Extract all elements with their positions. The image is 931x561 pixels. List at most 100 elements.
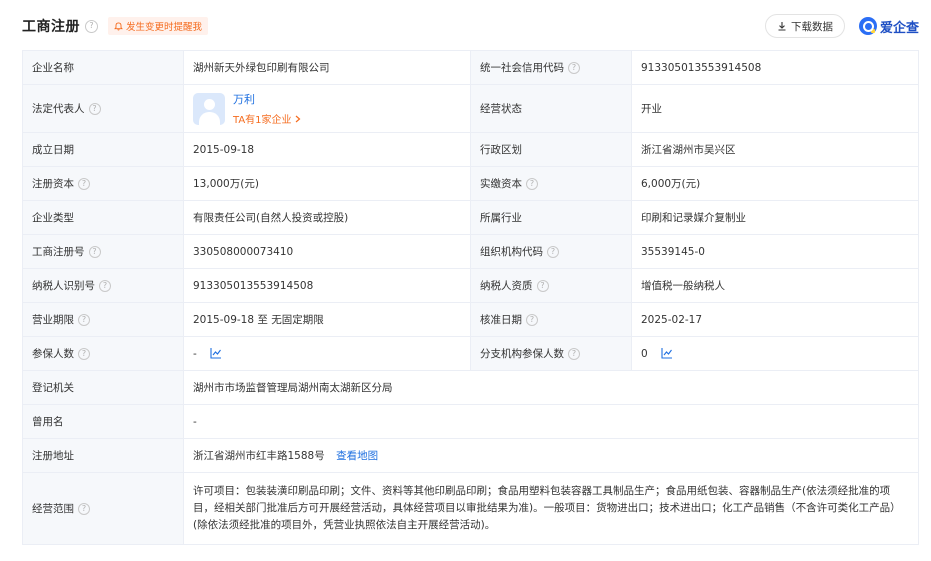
region-value: 浙江省湖州市吴兴区 xyxy=(631,132,919,167)
download-icon xyxy=(778,22,786,31)
taxpayer-id-value: 913305013553914508 xyxy=(183,268,471,303)
table-row: 登记机关 湖州市市场监督管理局湖州南太湖新区分局 xyxy=(22,370,919,405)
paid-capital-label: 实缴资本 xyxy=(480,178,522,190)
approval-date-label: 核准日期 xyxy=(480,314,522,326)
former-name-value: - xyxy=(183,404,919,439)
branch-insured-label-cell: 分支机构参保人数? xyxy=(470,336,632,371)
address-value: 浙江省湖州市红丰路1588号 xyxy=(193,450,325,462)
help-icon[interactable]: ? xyxy=(568,347,580,360)
paid-capital-value: 6,000万(元) xyxy=(631,166,919,201)
org-code-label: 组织机构代码 xyxy=(480,246,543,258)
help-icon[interactable]: ? xyxy=(568,61,580,74)
insured-value: - xyxy=(193,348,197,360)
legal-rep-companies-text: TA有1家企业 xyxy=(233,115,292,126)
help-icon[interactable]: ? xyxy=(78,502,90,515)
brand-logo: 爱企查 xyxy=(858,17,919,36)
table-row: 曾用名 - xyxy=(22,404,919,439)
table-row: 参保人数? - 分支机构参保人数? 0 xyxy=(22,336,919,371)
change-alert-label: 发生变更时提醒我 xyxy=(126,22,203,33)
status-label: 经营状态 xyxy=(470,84,632,133)
company-type-label: 企业类型 xyxy=(22,200,184,235)
legal-rep-value-cell: 万利 TA有1家企业 xyxy=(183,84,471,133)
business-registration-table: 企业名称 湖州新天外绿包印刷有限公司 统一社会信用代码? 91330501355… xyxy=(22,50,919,545)
table-row: 注册资本? 13,000万(元) 实缴资本? 6,000万(元) xyxy=(22,166,919,201)
legal-rep-name-link[interactable]: 万利 xyxy=(233,91,301,107)
term-label: 营业期限 xyxy=(32,314,74,326)
taxpayer-id-label-cell: 纳税人识别号? xyxy=(22,268,184,303)
change-alert-button[interactable]: 发生变更时提醒我 xyxy=(108,17,209,35)
help-icon[interactable]: ? xyxy=(85,19,98,33)
taxpayer-qual-value: 增值税一般纳税人 xyxy=(631,268,919,303)
reg-number-label: 工商注册号 xyxy=(32,246,85,258)
download-button[interactable]: 下载数据 xyxy=(764,14,845,38)
trend-chart-icon[interactable] xyxy=(661,347,673,359)
address-label: 注册地址 xyxy=(22,438,184,473)
table-row: 企业类型 有限责任公司(自然人投资或控股) 所属行业 印刷和记录媒介复制业 xyxy=(22,200,919,235)
insured-label-cell: 参保人数? xyxy=(22,336,184,371)
company-name-value: 湖州新天外绿包印刷有限公司 xyxy=(183,50,471,85)
reg-capital-label-cell: 注册资本? xyxy=(22,166,184,201)
section-title: 工商注册 xyxy=(22,19,80,35)
help-icon[interactable]: ? xyxy=(88,245,101,258)
help-icon[interactable]: ? xyxy=(547,245,559,258)
former-name-label: 曾用名 xyxy=(22,404,184,439)
legal-rep-label: 法定代表人 xyxy=(32,103,85,115)
reg-number-value: 330508000073410 xyxy=(183,234,471,269)
paid-capital-label-cell: 实缴资本? xyxy=(470,166,632,201)
legal-rep-companies-link[interactable]: TA有1家企业 xyxy=(233,111,301,126)
credit-code-label: 统一社会信用代码 xyxy=(480,62,564,74)
term-value: 2015-09-18 至 无固定期限 xyxy=(183,302,471,337)
founded-label: 成立日期 xyxy=(22,132,184,167)
table-row: 营业期限? 2015-09-18 至 无固定期限 核准日期? 2025-02-1… xyxy=(22,302,919,337)
help-icon[interactable]: ? xyxy=(78,347,90,360)
branch-insured-value: 0 xyxy=(641,348,648,360)
avatar[interactable] xyxy=(193,92,225,125)
chevron-right-icon xyxy=(295,115,301,123)
reg-number-label-cell: 工商注册号? xyxy=(22,234,184,269)
scope-label-cell: 经营范围? xyxy=(22,472,184,545)
founded-value: 2015-09-18 xyxy=(183,132,471,167)
help-icon[interactable]: ? xyxy=(78,177,90,190)
table-row: 经营范围? 许可项目：包装装潢印刷品印刷；文件、资料等其他印刷品印刷；食品用塑料… xyxy=(22,472,919,545)
insured-value-cell: - xyxy=(183,336,471,371)
scope-value: 许可项目：包装装潢印刷品印刷；文件、资料等其他印刷品印刷；食品用塑料包装容器工具… xyxy=(183,472,919,545)
org-code-label-cell: 组织机构代码? xyxy=(470,234,632,269)
region-label: 行政区划 xyxy=(470,132,632,167)
table-row: 成立日期 2015-09-18 行政区划 浙江省湖州市吴兴区 xyxy=(22,132,919,167)
credit-code-label-cell: 统一社会信用代码? xyxy=(470,50,632,85)
help-icon[interactable]: ? xyxy=(536,279,549,292)
reg-capital-value: 13,000万(元) xyxy=(183,166,471,201)
approval-date-label-cell: 核准日期? xyxy=(470,302,632,337)
address-value-cell: 浙江省湖州市红丰路1588号 查看地图 xyxy=(183,438,919,473)
insured-label: 参保人数 xyxy=(32,348,74,360)
table-row: 注册地址 浙江省湖州市红丰路1588号 查看地图 xyxy=(22,438,919,473)
taxpayer-id-label: 纳税人识别号 xyxy=(32,280,95,292)
company-type-value: 有限责任公司(自然人投资或控股) xyxy=(183,200,471,235)
table-row: 企业名称 湖州新天外绿包印刷有限公司 统一社会信用代码? 91330501355… xyxy=(22,50,919,85)
authority-label: 登记机关 xyxy=(22,370,184,405)
branch-insured-label: 分支机构参保人数 xyxy=(480,348,564,360)
approval-date-value: 2025-02-17 xyxy=(631,302,919,337)
table-row: 纳税人识别号? 913305013553914508 纳税人资质? 增值税一般纳… xyxy=(22,268,919,303)
bell-icon xyxy=(114,21,123,30)
taxpayer-qual-label-cell: 纳税人资质? xyxy=(470,268,632,303)
scope-label: 经营范围 xyxy=(32,503,74,515)
industry-label: 所属行业 xyxy=(470,200,632,235)
help-icon[interactable]: ? xyxy=(78,313,90,326)
authority-value: 湖州市市场监督管理局湖州南太湖新区分局 xyxy=(183,370,919,405)
table-row: 工商注册号? 330508000073410 组织机构代码? 35539145-… xyxy=(22,234,919,269)
status-value: 开业 xyxy=(631,84,919,133)
trend-chart-icon[interactable] xyxy=(210,347,222,359)
term-label-cell: 营业期限? xyxy=(22,302,184,337)
help-icon[interactable]: ? xyxy=(526,313,538,326)
company-name-label: 企业名称 xyxy=(22,50,184,85)
industry-value: 印刷和记录媒介复制业 xyxy=(631,200,919,235)
view-map-link[interactable]: 查看地图 xyxy=(336,450,378,462)
help-icon[interactable]: ? xyxy=(99,279,111,292)
legal-rep-label-cell: 法定代表人? xyxy=(22,84,184,133)
branch-insured-value-cell: 0 xyxy=(631,336,919,371)
help-icon[interactable]: ? xyxy=(88,102,101,115)
help-icon[interactable]: ? xyxy=(526,177,538,190)
section-header: 工商注册 ? 发生变更时提醒我 下载数据 爱企查 xyxy=(22,10,919,42)
taxpayer-qual-label: 纳税人资质 xyxy=(480,280,533,292)
